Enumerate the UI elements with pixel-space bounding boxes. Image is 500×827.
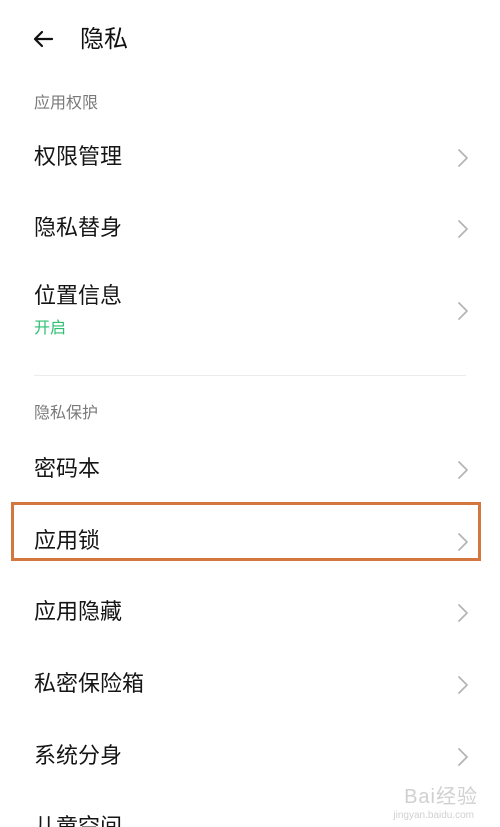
section-title-privacy-protection: 隐私保护 (34, 403, 99, 422)
header: 隐私 (0, 0, 500, 80)
list-item-label: 权限管理 (34, 145, 123, 170)
list-item-label: 隐私替身 (34, 216, 123, 241)
section-divider (34, 375, 466, 376)
page-title: 隐私 (80, 25, 128, 53)
chevron-right-icon (458, 676, 468, 694)
chevron-right-icon (458, 302, 468, 320)
watermark: Bai经验 (404, 786, 478, 808)
highlight-box (11, 502, 481, 561)
chevron-right-icon (458, 149, 468, 167)
list-item-label: 儿童空间 (34, 813, 122, 827)
list-item-location-info[interactable]: 位置信息 开启 (0, 270, 500, 350)
list-item-app-hide[interactable]: 应用隐藏 (0, 578, 500, 648)
chevron-right-icon (458, 220, 468, 238)
list-item-label: 密码本 (34, 457, 101, 482)
list-item-private-safe[interactable]: 私密保险箱 (0, 650, 500, 720)
chevron-right-icon (458, 461, 468, 479)
watermark-url: jingyan.baidu.com (393, 810, 474, 821)
list-item-label: 系统分身 (34, 744, 123, 769)
list-item-label: 应用隐藏 (34, 600, 123, 625)
list-item-password-book[interactable]: 密码本 (0, 435, 500, 505)
chevron-right-icon (458, 604, 468, 622)
arrow-left-icon (33, 30, 54, 48)
list-item-permission-management[interactable]: 权限管理 (0, 123, 500, 193)
list-item-privacy-avatar[interactable]: 隐私替身 (0, 194, 500, 264)
section-title-app-permissions: 应用权限 (34, 93, 99, 112)
back-button[interactable] (26, 22, 60, 56)
status-text: 开启 (34, 318, 67, 337)
list-item-label: 私密保险箱 (34, 672, 145, 697)
list-item-label: 位置信息 (34, 284, 123, 309)
chevron-right-icon (458, 748, 468, 766)
